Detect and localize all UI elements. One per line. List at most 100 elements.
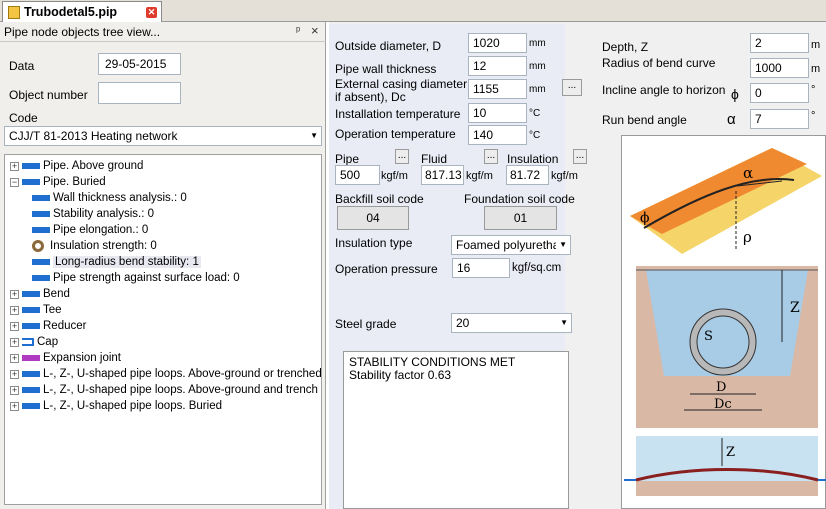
object-number-field[interactable] xyxy=(98,82,181,104)
tree-item-label: Pipe elongation.: 0 xyxy=(53,224,149,236)
collapse-icon[interactable]: − xyxy=(10,177,19,187)
expand-icon[interactable]: + xyxy=(10,161,19,171)
close-tab-icon[interactable]: ✕ xyxy=(146,6,157,18)
run-bend-angle-label: Run bend angle xyxy=(602,113,687,127)
data-field[interactable]: 29-05-2015 xyxy=(98,53,181,75)
tree-item-label: Bend xyxy=(43,288,70,300)
pipe-buried-icon xyxy=(22,176,40,188)
object-tree[interactable]: + Pipe. Above ground − Pipe. Buried Wall thi… xyxy=(4,154,322,505)
tree-item[interactable]: + Pipe. Above ground xyxy=(10,158,143,174)
bend-radius-field[interactable]: 1000 xyxy=(750,58,809,78)
s-label: S xyxy=(704,329,713,344)
oper-pressure-field[interactable]: 16 xyxy=(452,258,510,278)
tree-item-label: Expansion joint xyxy=(43,352,121,364)
chevron-down-icon[interactable]: ▼ xyxy=(310,131,318,140)
code-label: Code xyxy=(9,111,38,125)
expand-icon[interactable]: + xyxy=(10,369,19,379)
fluid-weight-unit: kgf/m xyxy=(466,170,493,182)
tree-item[interactable]: − Pipe. Buried xyxy=(10,174,106,190)
fluid-weight-button[interactable]: ... xyxy=(484,149,498,164)
incline-angle-label: Incline angle to horizon xyxy=(602,83,726,97)
expand-icon[interactable]: + xyxy=(10,401,19,411)
expand-icon[interactable]: + xyxy=(10,289,19,299)
fluid-weight-label: Fluid xyxy=(421,152,448,166)
outside-diameter-field[interactable]: 1020 xyxy=(468,33,527,53)
tree-item[interactable]: + Cap xyxy=(10,334,58,350)
steel-grade-label: Steel grade xyxy=(335,317,397,331)
phi-symbol: ϕ xyxy=(731,86,739,102)
object-number-label: Object number xyxy=(9,88,88,102)
surface-load-icon xyxy=(32,272,50,284)
casing-diameter-field[interactable]: 1155 xyxy=(468,79,527,99)
tree-item[interactable]: + L-, Z-, U-shaped pipe loops. Above-grou… xyxy=(10,366,322,382)
run-bend-angle-unit: ° xyxy=(811,110,816,122)
tree-item[interactable]: + Reducer xyxy=(10,318,86,334)
bend-radius-label: Radius of bend curve xyxy=(602,56,716,70)
insulation-type-select[interactable]: Foamed polyurethan ▼ xyxy=(451,235,571,255)
tree-item[interactable]: + Bend xyxy=(10,286,70,302)
insulation-type-label: Insulation type xyxy=(335,236,413,250)
tree-item-label: Stability analysis.: 0 xyxy=(53,208,154,220)
insulation-weight-field[interactable]: 81.72 xyxy=(506,165,549,185)
wall-thickness-field[interactable]: 12 xyxy=(468,56,527,76)
close-panel-icon[interactable]: × xyxy=(311,23,319,38)
tree-item[interactable]: + L-, Z-, U-shaped pipe loops. Buried xyxy=(10,398,222,414)
tree-item[interactable]: Pipe elongation.: 0 xyxy=(32,222,148,238)
insulation-icon xyxy=(32,240,44,252)
tree-item[interactable]: + Expansion joint xyxy=(10,350,121,366)
steel-grade-select[interactable]: 20 ▼ xyxy=(451,313,572,333)
tree-item[interactable]: + Tee xyxy=(10,302,62,318)
pipe-weight-button[interactable]: ... xyxy=(395,149,409,164)
tree-item[interactable]: Long-radius bend stability: 1 xyxy=(32,254,201,270)
cap-icon xyxy=(22,338,34,346)
phi-label: ϕ xyxy=(640,210,650,226)
oper-pressure-label: Operation pressure xyxy=(335,262,438,276)
tree-item[interactable]: Stability analysis.: 0 xyxy=(32,206,154,222)
expand-icon[interactable]: + xyxy=(10,337,19,347)
run-bend-angle-field[interactable]: 7 xyxy=(750,109,809,129)
install-temp-field[interactable]: 10 xyxy=(468,103,527,123)
install-temp-unit: °C xyxy=(529,108,541,119)
tree-item-label: L-, Z-, U-shaped pipe loops. Above-groun… xyxy=(43,384,322,396)
fluid-weight-field[interactable]: 817.13 xyxy=(421,165,464,185)
alpha-symbol: α xyxy=(727,111,736,128)
tree-item-label: Cap xyxy=(37,336,59,348)
outside-diameter-label: Outside diameter, D xyxy=(335,39,442,53)
tree-item[interactable]: + L-, Z-, U-shaped pipe loops. Above-grou… xyxy=(10,382,322,398)
expand-icon[interactable]: + xyxy=(10,353,19,363)
tree-item-label: Wall thickness analysis.: 0 xyxy=(53,192,187,204)
expansion-joint-icon xyxy=(22,352,40,364)
tree-item[interactable]: Pipe strength against surface load: 0 xyxy=(32,270,240,286)
casing-lookup-button[interactable]: ... xyxy=(562,79,582,96)
bend-stability-icon xyxy=(32,256,50,268)
pin-icon[interactable]: ᵖ xyxy=(296,25,300,37)
expand-icon[interactable]: + xyxy=(10,305,19,315)
tree-item-label: Insulation strength: 0 xyxy=(50,240,157,252)
depth-field[interactable]: 2 xyxy=(750,33,809,53)
longitudinal-illustration: Z xyxy=(624,436,826,496)
bend-slope-illustration: α ϕ ρ xyxy=(630,148,822,254)
oper-temp-field[interactable]: 140 xyxy=(468,125,527,145)
stability-icon xyxy=(32,208,50,220)
document-tab[interactable]: Trubodetal5.pip ✕ xyxy=(2,1,162,22)
code-select[interactable]: CJJ/T 81-2013 Heating network ▼ xyxy=(4,126,322,146)
tree-item-label: L-, Z-, U-shaped pipe loops. Above-groun… xyxy=(43,368,322,380)
wall-thickness-label: Pipe wall thickness xyxy=(335,62,437,76)
chevron-down-icon[interactable]: ▼ xyxy=(560,318,568,327)
casing-diameter-label-line2: if absent), Dc xyxy=(335,90,406,104)
tree-item[interactable]: Insulation strength: 0 xyxy=(32,238,157,254)
incline-angle-field[interactable]: 0 xyxy=(750,83,809,103)
chevron-down-icon[interactable]: ▼ xyxy=(559,240,567,249)
expand-icon[interactable]: + xyxy=(10,321,19,331)
pipe-weight-label: Pipe xyxy=(335,152,360,166)
tree-item[interactable]: Wall thickness analysis.: 0 xyxy=(32,190,187,206)
pipe-weight-field[interactable]: 500 xyxy=(335,165,380,185)
expand-icon[interactable]: + xyxy=(10,385,19,395)
reducer-icon xyxy=(22,320,40,332)
insulation-weight-button[interactable]: ... xyxy=(573,149,587,164)
insulation-weight-unit: kgf/m xyxy=(551,170,578,182)
foundation-soil-button[interactable]: 01 xyxy=(484,206,557,230)
oper-pressure-unit: kgf/sq.cm xyxy=(512,262,562,274)
backfill-soil-button[interactable]: 04 xyxy=(337,206,409,230)
alpha-label: α xyxy=(743,164,753,182)
